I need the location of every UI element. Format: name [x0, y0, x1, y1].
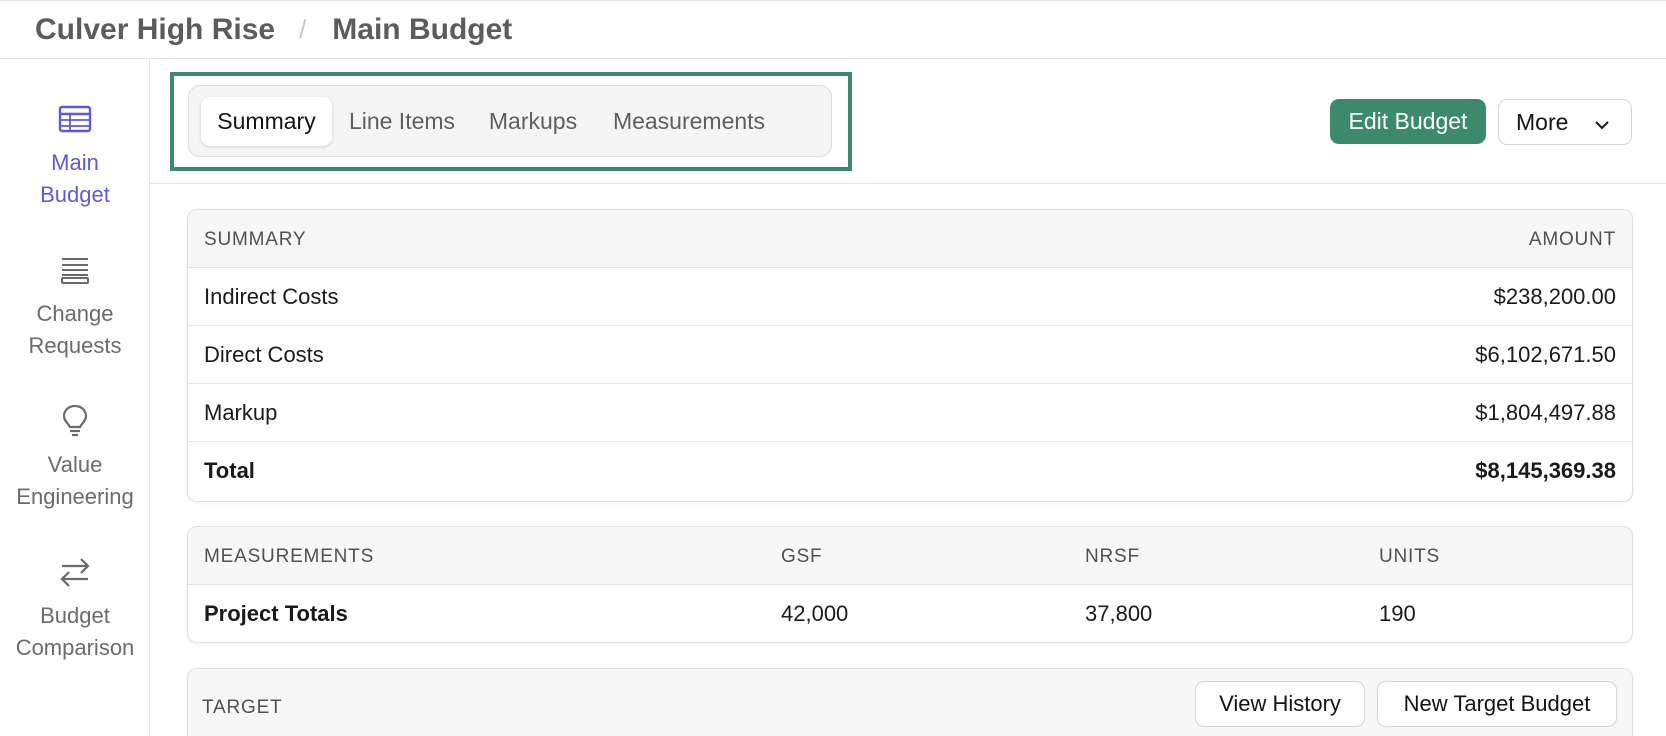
tab-measurements[interactable]: Measurements — [599, 97, 779, 146]
measurements-header-label: MEASUREMENTS — [204, 546, 375, 567]
table-icon — [55, 99, 95, 139]
units-value: 190 — [1379, 601, 1416, 626]
row-amount: $6,102,671.50 — [1475, 342, 1616, 367]
sidebar-item-label: Budget — [40, 182, 110, 207]
target-header: TARGET View History New Target Budget — [188, 669, 1632, 736]
summary-header: SUMMARY AMOUNT — [188, 210, 1632, 268]
nrsf-value: 37,800 — [1085, 601, 1153, 626]
total-row: Total $8,145,369.38 — [188, 442, 1632, 500]
row-label: Indirect Costs — [204, 284, 339, 309]
amount-header-label: AMOUNT — [1528, 229, 1616, 250]
sidebar-item-label: Budget — [40, 603, 110, 628]
gsf-value: 42,000 — [781, 601, 849, 626]
edit-budget-button[interactable]: Edit Budget — [1330, 99, 1486, 144]
row-amount: $238,200.00 — [1493, 284, 1616, 309]
tab-summary[interactable]: Summary — [201, 97, 332, 146]
nrsf-header-label: NRSF — [1085, 546, 1140, 567]
row-label: Markup — [204, 400, 278, 425]
sidebar-item-label: Value — [47, 452, 103, 477]
table-row: Indirect Costs $238,200.00 — [188, 268, 1632, 326]
measurements-header: MEASUREMENTS GSF NRSF UNITS — [188, 527, 1632, 585]
tab-bar: Summary Line Items Markups Measurements — [188, 85, 832, 157]
table-row: Direct Costs $6,102,671.50 — [188, 326, 1632, 384]
row-label: Direct Costs — [204, 342, 324, 367]
tab-line-items[interactable]: Line Items — [339, 97, 465, 146]
target-header-label: TARGET — [202, 697, 283, 718]
chevron-down-icon — [1593, 113, 1611, 140]
sidebar-item-value-engineering[interactable]: Value Engineering — [0, 401, 150, 513]
summary-header-label: SUMMARY — [204, 229, 307, 250]
breadcrumb-separator: / — [299, 14, 307, 44]
breadcrumb-project[interactable]: Culver High Rise — [35, 13, 275, 47]
sidebar-item-main-budget[interactable]: Main Budget — [0, 99, 150, 211]
sidebar-item-label: Requests — [28, 333, 122, 358]
tab-markups[interactable]: Markups — [474, 97, 592, 146]
total-label: Total — [204, 458, 255, 483]
stacked-lines-icon — [55, 250, 95, 290]
top-bar: Culver High Rise / Main Budget — [0, 0, 1666, 59]
sidebar-item-label: Change — [36, 301, 114, 326]
project-totals-label: Project Totals — [204, 601, 348, 626]
content-header: Summary Line Items Markups Measurements … — [150, 59, 1666, 184]
table-row: Markup $1,804,497.88 — [188, 384, 1632, 442]
units-header-label: UNITS — [1379, 546, 1440, 567]
gsf-header-label: GSF — [781, 546, 823, 567]
sidebar-item-label: Engineering — [16, 484, 134, 509]
new-target-budget-button[interactable]: New Target Budget — [1377, 681, 1617, 727]
breadcrumb-page: Main Budget — [332, 12, 513, 46]
sidebar-item-label: Main — [51, 150, 99, 175]
table-row: Project Totals 42,000 37,800 190 — [188, 585, 1632, 642]
sidebar-item-label: Comparison — [15, 635, 135, 660]
more-button-label: More — [1516, 108, 1569, 135]
sidebar-item-budget-comparison[interactable]: Budget Comparison — [0, 552, 150, 664]
sidebar-item-change-requests[interactable]: Change Requests — [0, 250, 150, 362]
summary-card: SUMMARY AMOUNT Indirect Costs $238,200.0… — [187, 209, 1633, 502]
measurements-card: MEASUREMENTS GSF NRSF UNITS Project Tota… — [187, 526, 1633, 643]
lightbulb-icon — [55, 401, 95, 441]
view-history-button[interactable]: View History — [1195, 681, 1365, 727]
arrows-exchange-icon — [55, 552, 95, 592]
more-dropdown-button[interactable]: More — [1498, 99, 1632, 145]
row-amount: $1,804,497.88 — [1475, 400, 1616, 425]
sidebar: Main Budget Change Requests Value Engine… — [0, 59, 150, 736]
target-card: TARGET View History New Target Budget — [187, 668, 1633, 736]
total-amount: $8,145,369.38 — [1475, 458, 1616, 483]
